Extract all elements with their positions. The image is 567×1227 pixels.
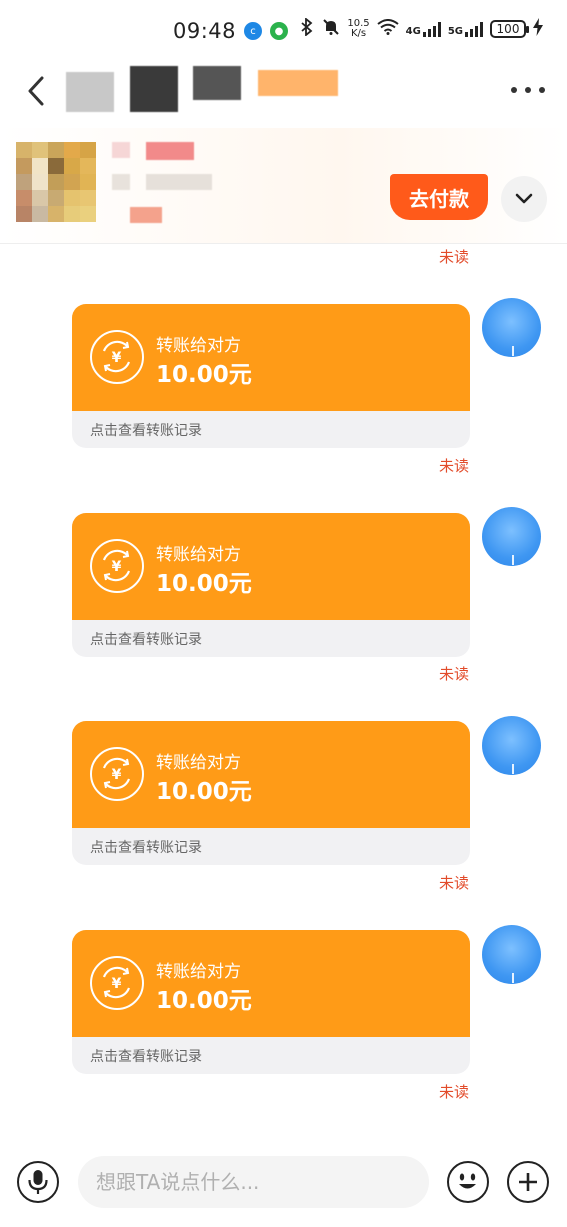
transfer-amount: 10.00元 <box>156 362 252 388</box>
shop-bar: 去付款 <box>0 128 567 244</box>
signal-bars-icon <box>422 21 441 37</box>
user-avatar[interactable] <box>482 716 541 775</box>
transfer-yuan-icon: ¥ <box>90 747 144 801</box>
unread-label: 未读 <box>438 1083 469 1101</box>
svg-text:¥: ¥ <box>112 767 122 783</box>
speed-unit: K/s <box>350 28 367 39</box>
unread-label: 未读 <box>438 665 469 683</box>
net-5g-label: 5G <box>447 26 463 37</box>
wifi-icon <box>377 19 399 39</box>
unread-label: 未读 <box>438 457 469 475</box>
transfer-record-link[interactable]: 点击查看转账记录 <box>90 420 202 440</box>
transfer-label: 转账给对方 <box>156 753 241 773</box>
svg-text:¥: ¥ <box>112 350 122 366</box>
transfer-message[interactable]: ¥ 转账给对方 10.00元 点击查看转账记录 <box>72 304 470 448</box>
signal-5g: 5G <box>448 21 483 37</box>
status-bar: 09:48 c ● 10.5 K/s 4G 5G 100 <box>0 0 567 62</box>
transfer-card: ¥ 转账给对方 10.00元 <box>72 513 470 620</box>
charging-icon <box>533 18 543 40</box>
transfer-label: 转账给对方 <box>156 336 241 356</box>
transfer-message[interactable]: ¥ 转账给对方 10.00元 点击查看转账记录 <box>72 513 470 657</box>
input-bar <box>0 1140 567 1227</box>
user-avatar[interactable] <box>482 507 541 566</box>
signal-bars-icon <box>465 21 483 37</box>
transfer-yuan-icon: ¥ <box>90 539 144 593</box>
transfer-record-link[interactable]: 点击查看转账记录 <box>90 1046 202 1066</box>
user-avatar[interactable] <box>482 925 541 984</box>
unread-label: 未读 <box>438 874 469 892</box>
bluetooth-icon <box>299 17 315 40</box>
transfer-card: ¥ 转账给对方 10.00元 <box>72 930 470 1037</box>
unread-label: 未读 <box>438 248 469 266</box>
wechat-notification-icon: ● <box>270 22 289 40</box>
message-input[interactable] <box>78 1156 429 1208</box>
transfer-message[interactable]: ¥ 转账给对方 10.00元 点击查看转账记录 <box>72 721 470 865</box>
plus-icon[interactable] <box>507 1161 549 1203</box>
browser-notification-icon: c <box>244 22 263 40</box>
svg-text:¥: ¥ <box>112 559 122 575</box>
transfer-label: 转账给对方 <box>156 962 241 982</box>
net-4g-label: 4G <box>405 26 421 37</box>
expand-chevron-icon[interactable] <box>501 176 547 222</box>
network-speed: 10.5 K/s <box>347 19 369 39</box>
emoji-icon[interactable] <box>447 1161 489 1203</box>
svg-text:¥: ¥ <box>112 976 122 992</box>
status-time: 09:48 <box>173 19 237 43</box>
transfer-record-link[interactable]: 点击查看转账记录 <box>90 837 202 857</box>
signal-4g: 4G <box>406 21 441 37</box>
user-avatar[interactable] <box>482 298 541 357</box>
transfer-amount: 10.00元 <box>156 988 252 1014</box>
chat-header <box>0 62 567 120</box>
transfer-message[interactable]: ¥ 转账给对方 10.00元 点击查看转账记录 <box>72 930 470 1074</box>
transfer-amount: 10.00元 <box>156 779 252 805</box>
status-icons: 10.5 K/s 4G 5G 100 <box>299 17 543 40</box>
transfer-card: ¥ 转账给对方 10.00元 <box>72 721 470 828</box>
transfer-yuan-icon: ¥ <box>90 330 144 384</box>
battery-icon: 100 <box>490 20 529 38</box>
chat-screen: 09:48 c ● 10.5 K/s 4G 5G 100 去付款 未读 ¥ 转账… <box>0 0 567 1227</box>
transfer-card: ¥ 转账给对方 10.00元 <box>72 304 470 411</box>
shop-avatar[interactable] <box>16 142 96 222</box>
transfer-record-link[interactable]: 点击查看转账记录 <box>90 629 202 649</box>
more-options-icon[interactable] <box>511 78 545 102</box>
transfer-amount: 10.00元 <box>156 571 252 597</box>
transfer-yuan-icon: ¥ <box>90 956 144 1010</box>
pay-button[interactable]: 去付款 <box>390 174 488 220</box>
microphone-icon[interactable] <box>17 1161 59 1203</box>
back-icon[interactable] <box>22 74 52 108</box>
transfer-label: 转账给对方 <box>156 545 241 565</box>
mute-bell-icon <box>322 18 340 40</box>
